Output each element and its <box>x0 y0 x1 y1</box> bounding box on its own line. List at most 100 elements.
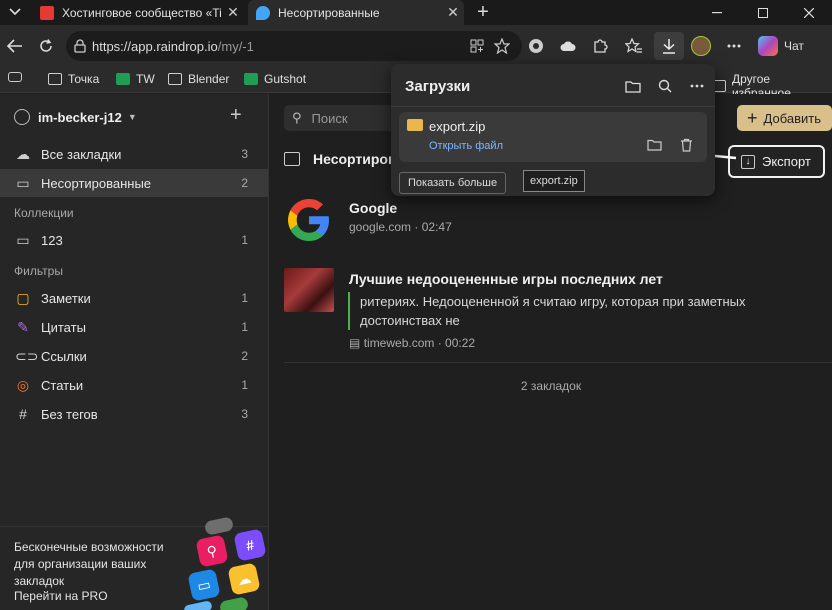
go-pro-link[interactable]: Перейти на PRO <box>14 589 108 603</box>
tab-unsorted[interactable]: Несортированные ✕ <box>248 0 464 25</box>
sidebar-item-count: 2 <box>241 349 248 363</box>
hash-tile-icon: # <box>233 528 267 562</box>
maximize-button[interactable] <box>740 0 786 25</box>
browser-toolbar: https://app.raindrop.io/my/-1 Чат <box>0 25 832 67</box>
tile-decor-icon <box>218 596 250 610</box>
minimize-button[interactable] <box>694 0 740 25</box>
quote-icon: ✎ <box>17 318 29 335</box>
bookmark-meta: ▤ timeweb.com · 00:22 <box>349 336 476 350</box>
show-more-button[interactable]: Показать больше <box>399 172 507 194</box>
sidebar-item-count: 3 <box>241 147 248 161</box>
folder-tile-icon: ▭ <box>187 568 221 602</box>
tab-strip: Хостинговое сообщество «Timew ✕ Несортир… <box>0 0 832 25</box>
delete-download-button[interactable] <box>677 136 695 154</box>
sidebar-item-all-bookmarks[interactable]: ☁ Все закладки 3 <box>0 140 268 168</box>
maximize-icon <box>758 7 768 18</box>
note-icon: ▢ <box>16 289 30 306</box>
cloud-extension-button[interactable] <box>557 35 579 57</box>
sidebar-item-notes[interactable]: ▢ Заметки 1 <box>0 284 268 312</box>
timeweb-favicon-icon <box>40 5 54 20</box>
url-host: https://app.raindrop.io <box>92 39 218 54</box>
copilot-icon[interactable] <box>758 36 778 56</box>
profile-avatar[interactable] <box>691 36 711 56</box>
apps-icon[interactable] <box>470 39 484 53</box>
download-item[interactable]: export.zip Открыть файл <box>399 112 707 162</box>
raindrop-favicon-icon <box>256 5 270 20</box>
favorites-button[interactable] <box>623 35 645 57</box>
search-downloads-button[interactable] <box>655 77 675 95</box>
search-input[interactable]: ⚲ Поиск <box>284 105 404 131</box>
close-window-button[interactable] <box>786 0 832 25</box>
close-icon <box>804 7 814 18</box>
back-button[interactable] <box>4 35 26 57</box>
address-bar[interactable]: https://app.raindrop.io/my/-1 <box>66 31 522 61</box>
downloads-more-button[interactable] <box>687 77 707 95</box>
sidebar-item-count: 3 <box>241 407 248 421</box>
favorites-icon <box>625 38 642 53</box>
bookmark-blender[interactable]: Blender <box>168 72 229 86</box>
add-collection-button[interactable]: + <box>230 104 242 127</box>
bookmark-count: 2 закладок <box>520 379 582 393</box>
more-menu-button[interactable] <box>723 35 745 57</box>
export-download-icon: ↓ <box>741 154 755 169</box>
tile-decor-icon <box>183 600 213 610</box>
bookmark-title[interactable]: Google <box>349 200 397 216</box>
tile-decor-icon <box>203 516 235 536</box>
download-file-name: export.zip <box>429 119 486 134</box>
chat-label[interactable]: Чат <box>784 39 804 53</box>
show-in-folder-button[interactable] <box>645 136 663 154</box>
search-icon: ⚲ <box>292 110 302 125</box>
extensions-button[interactable] <box>589 35 611 57</box>
site-info-icon[interactable] <box>74 39 86 53</box>
bookmark-title[interactable]: Лучшие недооцененные игры последних лет <box>349 271 663 287</box>
downloads-title: Загрузки <box>405 78 471 95</box>
search-placeholder: Поиск <box>311 110 348 126</box>
sidebar-item-label: Цитаты <box>41 319 86 335</box>
user-menu[interactable]: im-becker-j12 ▼ <box>14 109 137 125</box>
more-dots-icon <box>727 44 741 48</box>
refresh-button[interactable] <box>35 35 57 57</box>
sidebar-item-123[interactable]: ▭ 123 1 <box>0 226 268 254</box>
cloud-tile-icon: ☁ <box>227 562 261 596</box>
bookmark-gutshot[interactable]: Gutshot <box>244 72 306 86</box>
link-icon: ⊂⊃ <box>15 347 39 364</box>
add-bookmark-button[interactable]: + Добавить <box>737 105 832 131</box>
sidebar-item-untagged[interactable]: # Без тегов 3 <box>0 400 268 428</box>
filters-heading: Фильтры <box>14 264 63 278</box>
downloads-button[interactable] <box>654 32 684 60</box>
bookmark-label: Gutshot <box>264 72 307 86</box>
open-file-link[interactable]: Открыть файл <box>429 140 503 152</box>
sidebar-item-links[interactable]: ⊂⊃ Ссылки 2 <box>0 342 268 370</box>
file-tooltip: export.zip <box>523 170 585 192</box>
sidebar-item-quotes[interactable]: ✎ Цитаты 1 <box>0 313 268 341</box>
collection-header: Несортиров <box>284 151 397 167</box>
user-icon <box>14 109 30 125</box>
pro-promo: Бесконечные возможности для организации … <box>0 516 268 610</box>
sheet-icon <box>116 73 130 85</box>
tab-actions-menu[interactable] <box>4 2 26 22</box>
bookmark-tw[interactable]: TW <box>116 72 155 86</box>
close-icon[interactable]: ✕ <box>442 4 464 21</box>
google-logo-icon <box>288 199 329 241</box>
inbox-icon <box>284 152 300 166</box>
sidebar-item-unsorted[interactable]: ▭ Несортированные 2 <box>0 169 268 197</box>
extension-button[interactable] <box>525 35 547 57</box>
sidebar-item-label: Несортированные <box>41 175 152 191</box>
favorite-star-icon[interactable] <box>494 38 510 54</box>
bookmark-thumbnail <box>284 268 334 312</box>
article-icon: ◎ <box>16 376 30 393</box>
sidebar-item-articles[interactable]: ◎ Статьи 1 <box>0 371 268 399</box>
open-downloads-folder-button[interactable] <box>623 77 643 95</box>
sidebar-item-label: Без тегов <box>41 406 98 422</box>
new-tab-button[interactable]: + <box>472 2 494 22</box>
close-icon[interactable]: ✕ <box>222 4 244 21</box>
sidebar-item-count: 1 <box>241 320 248 334</box>
bookmark-meta: google.com · 02:47 <box>349 220 452 234</box>
tab-timeweb[interactable]: Хостинговое сообщество «Timew ✕ <box>32 0 244 25</box>
folder-icon <box>646 139 662 151</box>
divider <box>284 362 832 363</box>
bookmark-tochka[interactable]: Точка <box>48 72 99 86</box>
export-button[interactable]: ↓ Экспорт <box>728 145 825 178</box>
sidebar-item-count: 2 <box>241 176 248 190</box>
bookmarks-menu-icon[interactable] <box>8 72 28 82</box>
